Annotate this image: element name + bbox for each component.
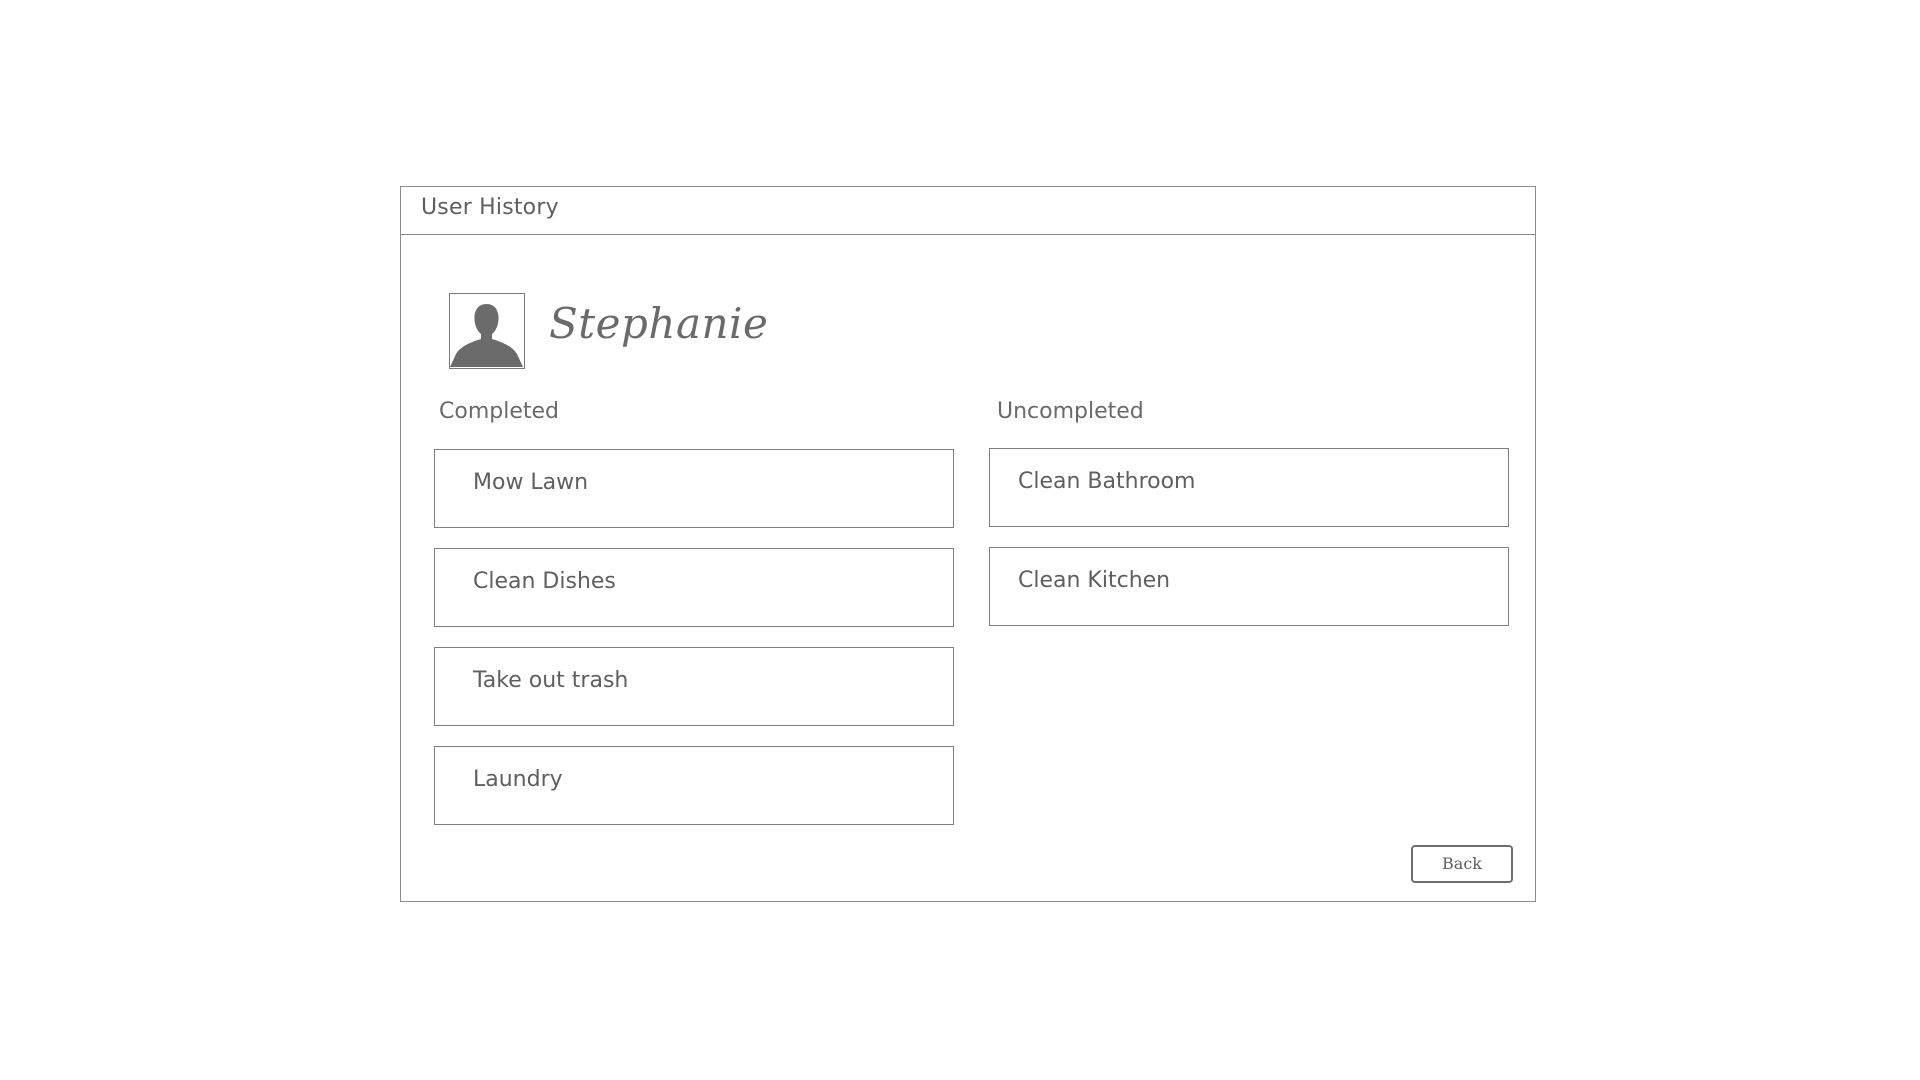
uncompleted-task-item[interactable]: Clean Bathroom: [989, 448, 1509, 527]
task-label: Clean Kitchen: [1018, 568, 1171, 593]
task-label: Laundry: [473, 767, 563, 792]
completed-task-item[interactable]: Laundry: [434, 746, 954, 825]
completed-task-item[interactable]: Clean Dishes: [434, 548, 954, 627]
completed-task-item[interactable]: Take out trash: [434, 647, 954, 726]
title-bar: User History: [401, 187, 1535, 235]
back-button[interactable]: Back: [1411, 845, 1513, 883]
window-title: User History: [421, 195, 559, 220]
uncompleted-task-item[interactable]: Clean Kitchen: [989, 547, 1509, 626]
task-label: Take out trash: [473, 668, 629, 693]
uncompleted-heading: Uncompleted: [997, 399, 1144, 424]
task-label: Mow Lawn: [473, 470, 589, 495]
person-silhouette-icon: [450, 304, 523, 367]
user-avatar: [449, 293, 525, 369]
task-label: Clean Bathroom: [1018, 469, 1196, 494]
uncompleted-task-list: Clean Bathroom Clean Kitchen: [989, 448, 1509, 646]
completed-heading: Completed: [439, 399, 559, 424]
user-history-window: User History Stephanie Completed Uncompl…: [400, 186, 1536, 902]
completed-task-item[interactable]: Mow Lawn: [434, 449, 954, 528]
task-label: Clean Dishes: [473, 569, 616, 594]
user-name: Stephanie: [549, 299, 769, 348]
completed-task-list: Mow Lawn Clean Dishes Take out trash Lau…: [434, 449, 954, 845]
